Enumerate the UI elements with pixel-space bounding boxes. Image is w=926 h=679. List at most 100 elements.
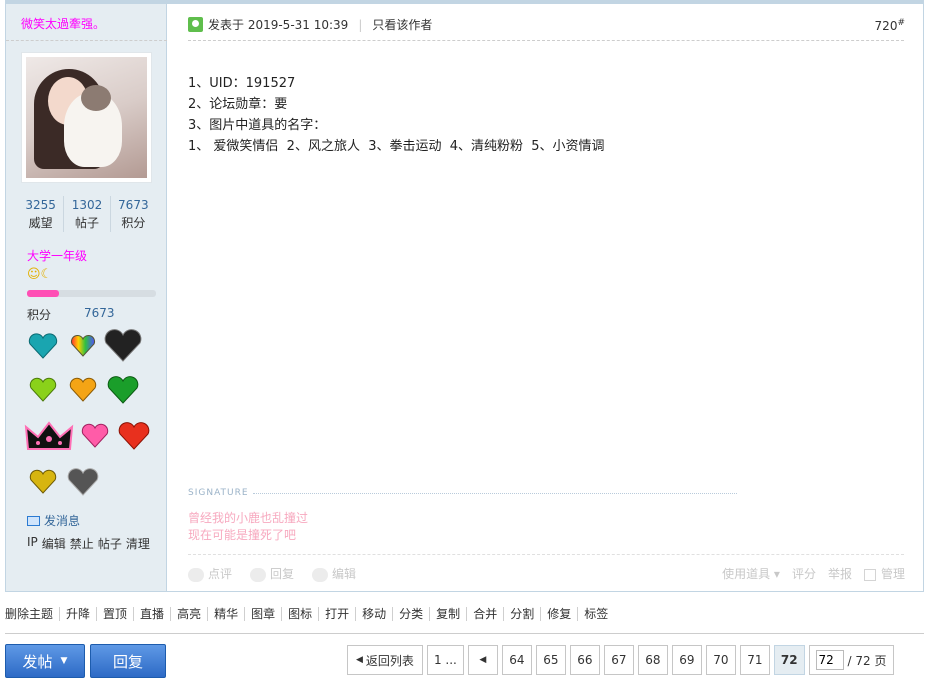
edit-button[interactable]: 编辑 bbox=[312, 565, 356, 582]
mod-delete-thread[interactable]: 删除主题 bbox=[5, 607, 59, 621]
new-post-button[interactable]: 发帖 ▼ bbox=[5, 644, 85, 678]
medal-heart-red-icon[interactable] bbox=[115, 419, 152, 453]
only-author-link[interactable]: 只看该作者 bbox=[372, 16, 432, 33]
mod-icon[interactable]: 图标 bbox=[281, 607, 318, 621]
admin-link-ip[interactable]: IP bbox=[27, 535, 38, 552]
mod-move[interactable]: 移动 bbox=[355, 607, 392, 621]
avatar-photo bbox=[26, 57, 147, 178]
mod-digest[interactable]: 精华 bbox=[207, 607, 244, 621]
mail-icon bbox=[27, 515, 40, 526]
stat-prestige[interactable]: 3255 威望 bbox=[18, 196, 63, 232]
use-item-button[interactable]: 使用道具 ▾ bbox=[722, 565, 780, 582]
medal-heart-grey-icon[interactable] bbox=[64, 465, 102, 499]
mod-stamp[interactable]: 图章 bbox=[244, 607, 281, 621]
chevron-down-icon: ▾ bbox=[773, 567, 780, 581]
content-line: 2、论坛勋章：要 bbox=[188, 97, 288, 112]
post-content: 1、UID：191527 2、论坛勋章：要 3、图片中道具的名字： 1、 爱微笑… bbox=[188, 73, 605, 157]
medal-crown-icon[interactable] bbox=[24, 417, 74, 455]
page-current: 72 bbox=[773, 645, 805, 675]
stat-value: 1302 bbox=[71, 198, 103, 212]
page-link[interactable]: 70 bbox=[705, 645, 736, 675]
medal-heart-lime-icon[interactable] bbox=[24, 373, 62, 407]
page-total: / 72 页 bbox=[847, 653, 887, 668]
rate-button[interactable]: 评分 bbox=[792, 565, 816, 582]
admin-links: IP 编辑 禁止 帖子 清理 bbox=[27, 535, 150, 552]
avatar[interactable] bbox=[21, 52, 152, 183]
signature-line: 曾经我的小鹿也乱撞过 bbox=[188, 511, 309, 525]
page-link[interactable]: 65 bbox=[535, 645, 566, 675]
medal-heart-cyan-icon[interactable] bbox=[24, 329, 62, 363]
medal-heart-pink-icon[interactable] bbox=[76, 419, 113, 453]
stat-value: 3255 bbox=[25, 198, 56, 212]
content-line: 3、图片中道具的名字： bbox=[188, 118, 327, 133]
page-jump-input[interactable] bbox=[815, 650, 844, 670]
mod-tags[interactable]: 标签 bbox=[577, 607, 614, 621]
mod-merge[interactable]: 合并 bbox=[466, 607, 503, 621]
manage-label: 管理 bbox=[880, 567, 905, 581]
report-button[interactable]: 举报 bbox=[828, 565, 852, 582]
signature-label-text: SIGNATURE bbox=[188, 488, 249, 498]
medal-heart-gold-icon[interactable] bbox=[24, 465, 62, 499]
reply-thread-button[interactable]: 回复 bbox=[90, 644, 166, 678]
edit-label: 编辑 bbox=[332, 567, 357, 581]
admin-link-ban[interactable]: 禁止 bbox=[70, 535, 94, 552]
author-name[interactable]: 微笑太過牽强。 bbox=[21, 15, 105, 32]
credit-label: 积分 bbox=[27, 308, 52, 322]
post-container: 微笑太過牽强。 3255 威望 1302 帖子 7673 积分 大学一年级 ☺☾ bbox=[5, 4, 924, 592]
post-meta: 发表于 2019-5-31 10:39 | 只看该作者 bbox=[188, 16, 432, 33]
page-first[interactable]: 1 ... bbox=[426, 645, 464, 675]
medal-heart-black-icon[interactable] bbox=[104, 329, 142, 363]
floor-number[interactable]: 720# bbox=[875, 18, 905, 33]
reply-button[interactable]: 回复 bbox=[250, 565, 294, 582]
admin-link-edit[interactable]: 编辑 bbox=[42, 535, 66, 552]
signature: 曾经我的小鹿也乱撞过 现在可能是撞死了吧 bbox=[188, 510, 308, 544]
page-jump: / 72 页 bbox=[808, 645, 894, 675]
prev-page-button[interactable]: ◀ bbox=[467, 645, 498, 675]
mod-category[interactable]: 分类 bbox=[392, 607, 429, 621]
medal-heart-green-icon[interactable] bbox=[104, 373, 142, 407]
comment-button[interactable]: 点评 bbox=[188, 565, 232, 582]
page-link[interactable]: 71 bbox=[739, 645, 770, 675]
admin-link-posts[interactable]: 帖子 bbox=[98, 535, 122, 552]
stat-label: 威望 bbox=[28, 216, 53, 230]
mod-sticky[interactable]: 置顶 bbox=[96, 607, 133, 621]
manage-checkbox[interactable]: 管理 bbox=[863, 565, 905, 582]
divider bbox=[188, 554, 904, 555]
post-actions: 点评 回复 编辑 bbox=[188, 565, 356, 582]
back-to-list-button[interactable]: ◀ 返回列表 bbox=[347, 645, 423, 675]
stat-label: 帖子 bbox=[74, 216, 99, 230]
content-line: 1、UID：191527 bbox=[188, 76, 296, 91]
medal-heart-rainbow-icon[interactable] bbox=[64, 329, 102, 363]
divider bbox=[5, 633, 924, 634]
divider bbox=[6, 40, 167, 41]
page-link[interactable]: 64 bbox=[501, 645, 532, 675]
credit-value: 7673 bbox=[84, 306, 115, 320]
mod-repair[interactable]: 修复 bbox=[540, 607, 577, 621]
page-link[interactable]: 69 bbox=[671, 645, 702, 675]
mod-live[interactable]: 直播 bbox=[133, 607, 170, 621]
page-link[interactable]: 67 bbox=[603, 645, 634, 675]
mod-bump[interactable]: 升降 bbox=[59, 607, 96, 621]
page-link[interactable]: 68 bbox=[637, 645, 668, 675]
comment-label: 点评 bbox=[208, 567, 233, 581]
user-level[interactable]: 大学一年级 bbox=[27, 247, 87, 264]
mod-split[interactable]: 分割 bbox=[503, 607, 540, 621]
mod-open[interactable]: 打开 bbox=[318, 607, 355, 621]
page-link[interactable]: 66 bbox=[569, 645, 600, 675]
use-item-label: 使用道具 bbox=[722, 567, 771, 581]
floor-suffix: # bbox=[897, 18, 905, 28]
stat-credits[interactable]: 7673 积分 bbox=[109, 196, 156, 232]
checkbox-icon bbox=[863, 568, 876, 581]
mod-highlight[interactable]: 高亮 bbox=[170, 607, 207, 621]
chevron-left-icon: ◀ bbox=[479, 655, 487, 665]
mod-copy[interactable]: 复制 bbox=[429, 607, 466, 621]
stat-posts[interactable]: 1302 帖子 bbox=[63, 196, 109, 232]
floor-value: 720 bbox=[874, 19, 898, 33]
level-progress-fill bbox=[27, 290, 60, 297]
admin-link-clean[interactable]: 清理 bbox=[126, 535, 150, 552]
post-main: 发表于 2019-5-31 10:39 | 只看该作者 720# 1、UID：1… bbox=[168, 4, 923, 591]
send-message-link[interactable]: 发消息 bbox=[27, 512, 80, 529]
medal-heart-orange-icon[interactable] bbox=[64, 373, 102, 407]
medal-list bbox=[24, 329, 154, 509]
edit-icon bbox=[312, 567, 329, 582]
